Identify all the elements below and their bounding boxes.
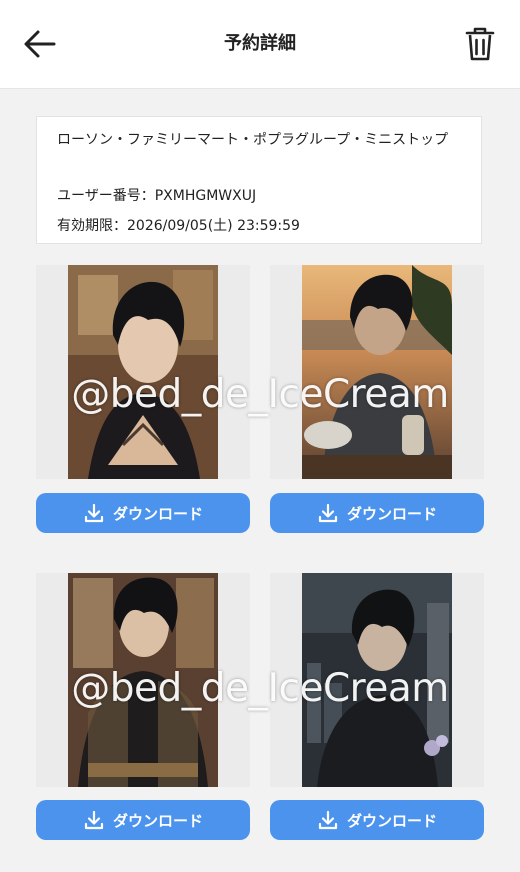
image-tile-4: [270, 573, 484, 787]
back-button[interactable]: [20, 26, 60, 62]
download-label: ダウンロード: [346, 504, 437, 523]
page-title: 予約詳細: [224, 33, 296, 54]
reservation-info-card: ローソン・ファミリーマート・ポプラグループ・ミニストップ ユーザー番号：PXMH…: [36, 116, 482, 244]
image-tile-2: [270, 265, 484, 479]
download-button-4[interactable]: ダウンロード: [270, 800, 484, 840]
photo-3: [68, 573, 218, 787]
download-label: ダウンロード: [112, 811, 203, 830]
photo-1: [68, 265, 218, 479]
expiry-label: 有効期限：: [57, 218, 127, 234]
user-number-value: PXMHGMWXUJ: [154, 188, 257, 204]
store-names: ローソン・ファミリーマート・ポプラグループ・ミニストップ: [57, 132, 449, 148]
expiry-row: 有効期限：2026/09/05(土) 23:59:59: [57, 215, 300, 235]
download-icon: [84, 810, 104, 830]
image-tile-1: [36, 265, 250, 479]
download-button-2[interactable]: ダウンロード: [270, 493, 484, 533]
trash-icon: [465, 27, 495, 61]
app-header: 予約詳細: [0, 0, 520, 89]
download-icon: [84, 503, 104, 523]
download-label: ダウンロード: [112, 504, 203, 523]
user-number-label: ユーザー番号：: [57, 188, 155, 204]
download-label: ダウンロード: [346, 811, 437, 830]
download-button-3[interactable]: ダウンロード: [36, 800, 250, 840]
arrow-left-icon: [24, 30, 56, 58]
expiry-value: 2026/09/05(土) 23:59:59: [127, 218, 300, 234]
photo-2: [302, 265, 452, 479]
download-icon: [318, 810, 338, 830]
download-icon: [318, 503, 338, 523]
photo-4: [302, 573, 452, 787]
image-tile-3: [36, 573, 250, 787]
delete-button[interactable]: [460, 24, 500, 64]
download-button-1[interactable]: ダウンロード: [36, 493, 250, 533]
user-number-row: ユーザー番号：PXMHGMWXUJ: [57, 185, 256, 205]
